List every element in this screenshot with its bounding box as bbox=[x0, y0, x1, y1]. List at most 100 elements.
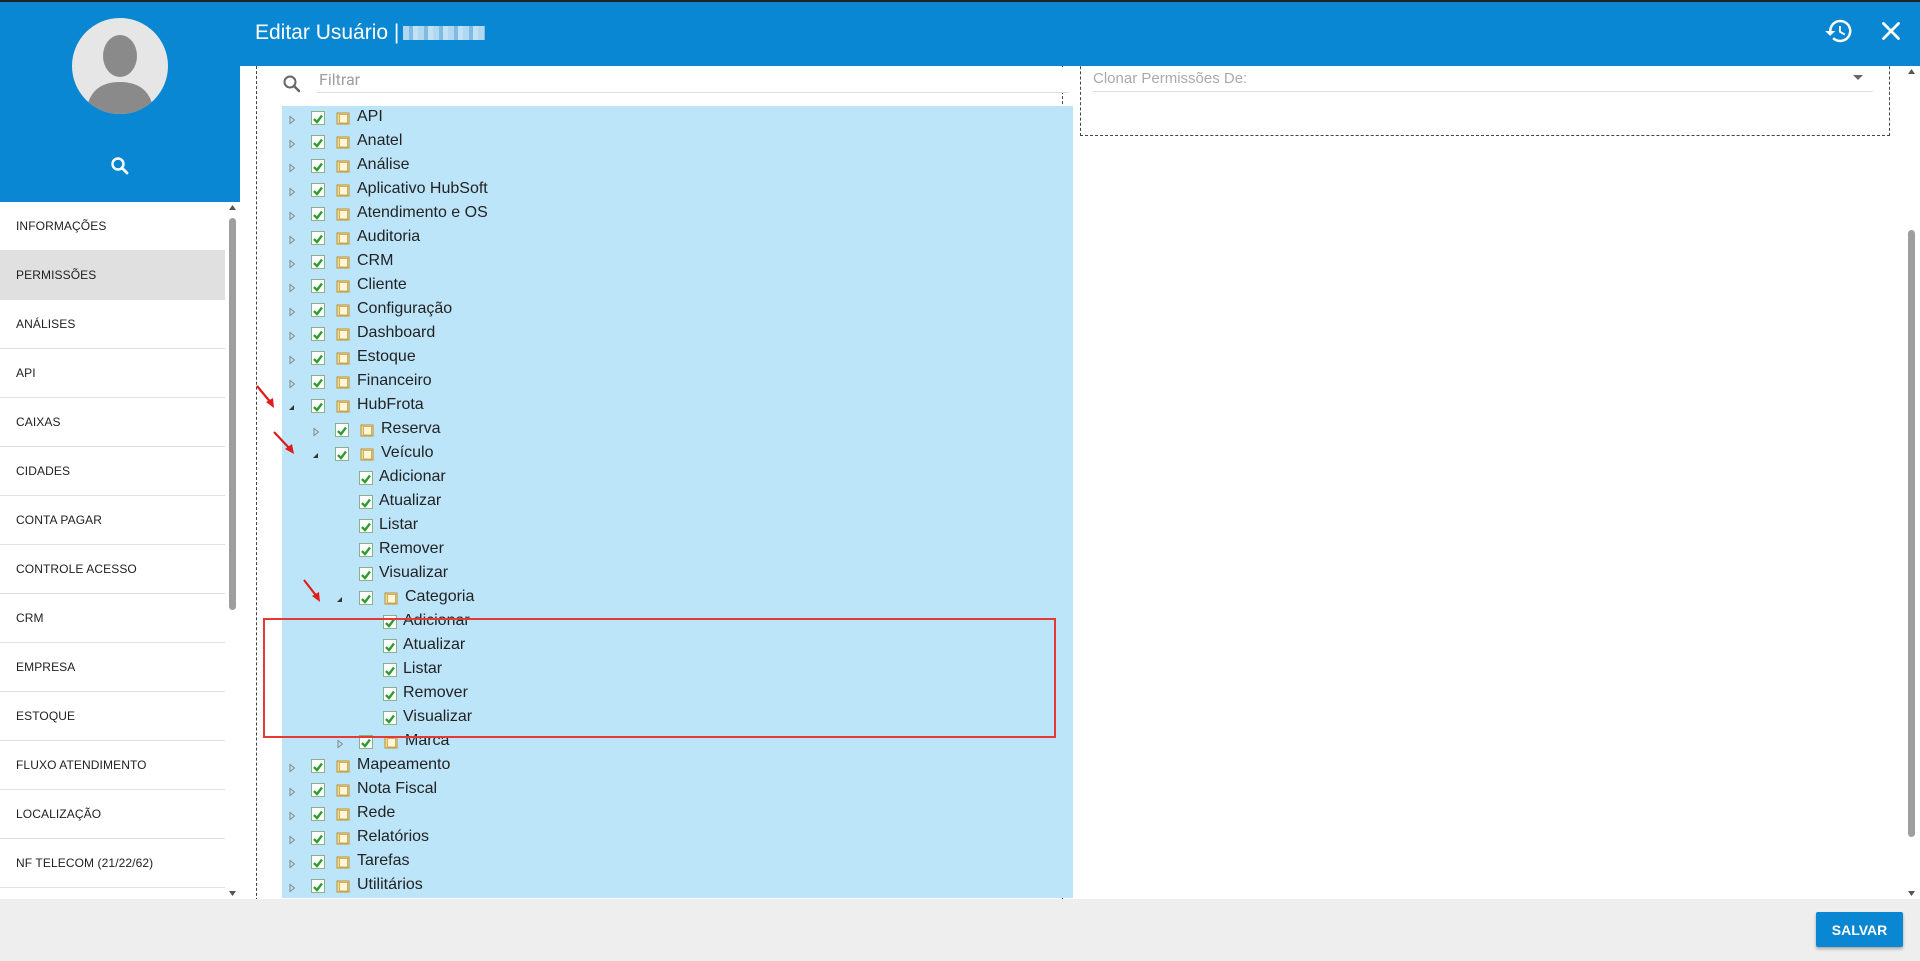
expand-closed-icon[interactable] bbox=[287, 760, 297, 773]
checkbox[interactable] bbox=[359, 591, 373, 605]
checkbox[interactable] bbox=[359, 471, 373, 485]
tree-folder-node[interactable]: Categoria bbox=[282, 586, 1073, 610]
tree-leaf-node[interactable]: Atualizar bbox=[282, 634, 1073, 658]
tree-folder-node[interactable]: Atendimento e OS bbox=[282, 202, 1073, 226]
tree-folder-node[interactable]: Anatel bbox=[282, 130, 1073, 154]
expand-open-icon[interactable] bbox=[335, 592, 345, 602]
checkbox[interactable] bbox=[383, 663, 397, 677]
checkbox[interactable] bbox=[311, 759, 325, 773]
tree-folder-node[interactable]: API bbox=[282, 106, 1073, 130]
tree-folder-node[interactable]: Utilitários bbox=[282, 874, 1073, 898]
expand-closed-icon[interactable] bbox=[287, 784, 297, 797]
expand-closed-icon[interactable] bbox=[287, 856, 297, 869]
checkbox[interactable] bbox=[311, 855, 325, 869]
checkbox[interactable] bbox=[335, 447, 349, 461]
tree-folder-node[interactable]: Nota Fiscal bbox=[282, 778, 1073, 802]
tree-folder-node[interactable]: CRM bbox=[282, 250, 1073, 274]
tree-folder-node[interactable]: Configuração bbox=[282, 298, 1073, 322]
expand-closed-icon[interactable] bbox=[335, 736, 345, 749]
expand-closed-icon[interactable] bbox=[287, 184, 297, 197]
sidebar-item[interactable]: EMPRESA bbox=[0, 643, 225, 692]
checkbox[interactable] bbox=[311, 327, 325, 341]
tree-leaf-node[interactable]: Adicionar bbox=[282, 466, 1073, 490]
checkbox[interactable] bbox=[311, 303, 325, 317]
tree-folder-node[interactable]: Financeiro bbox=[282, 370, 1073, 394]
tree-folder-node[interactable]: Rede bbox=[282, 802, 1073, 826]
tree-folder-node[interactable]: HubFrota bbox=[282, 394, 1073, 418]
sidebar-item[interactable]: API bbox=[0, 349, 225, 398]
expand-closed-icon[interactable] bbox=[287, 328, 297, 341]
sidebar-item[interactable]: ESTOQUE bbox=[0, 692, 225, 741]
expand-closed-icon[interactable] bbox=[287, 280, 297, 293]
expand-closed-icon[interactable] bbox=[287, 160, 297, 173]
tree-leaf-node[interactable]: Visualizar bbox=[282, 562, 1073, 586]
tree-leaf-node[interactable]: Adicionar bbox=[282, 610, 1073, 634]
expand-closed-icon[interactable] bbox=[287, 304, 297, 317]
expand-closed-icon[interactable] bbox=[311, 424, 321, 437]
checkbox[interactable] bbox=[383, 639, 397, 653]
sidebar-item[interactable]: CAIXAS bbox=[0, 398, 225, 447]
sidebar-item[interactable]: PERMISSÕES bbox=[0, 251, 225, 300]
checkbox[interactable] bbox=[335, 423, 349, 437]
tree-leaf-node[interactable]: Listar bbox=[282, 658, 1073, 682]
tree-folder-node[interactable]: Dashboard bbox=[282, 322, 1073, 346]
checkbox[interactable] bbox=[359, 735, 373, 749]
checkbox[interactable] bbox=[311, 183, 325, 197]
tree-folder-node[interactable]: Mapeamento bbox=[282, 754, 1073, 778]
user-avatar[interactable] bbox=[72, 18, 168, 114]
sidebar-item[interactable]: ANÁLISES bbox=[0, 300, 225, 349]
expand-closed-icon[interactable] bbox=[287, 376, 297, 389]
sidebar-item[interactable]: CIDADES bbox=[0, 447, 225, 496]
checkbox[interactable] bbox=[311, 279, 325, 293]
history-icon[interactable] bbox=[1824, 16, 1854, 46]
tree-folder-node[interactable]: Relatórios bbox=[282, 826, 1073, 850]
sidebar-scroll-thumb[interactable] bbox=[229, 218, 236, 610]
expand-closed-icon[interactable] bbox=[287, 232, 297, 245]
tree-folder-node[interactable]: Reserva bbox=[282, 418, 1073, 442]
sidebar-item[interactable]: NF TELECOM (21/22/62) bbox=[0, 839, 225, 888]
checkbox[interactable] bbox=[311, 351, 325, 365]
tree-folder-node[interactable]: Aplicativo HubSoft bbox=[282, 178, 1073, 202]
tree-folder-node[interactable]: Análise bbox=[282, 154, 1073, 178]
clone-permissions-select[interactable]: Clonar Permissões De: bbox=[1093, 67, 1873, 92]
sidebar-item[interactable]: LOCALIZAÇÃO bbox=[0, 790, 225, 839]
expand-closed-icon[interactable] bbox=[287, 352, 297, 365]
checkbox[interactable] bbox=[359, 495, 373, 509]
checkbox[interactable] bbox=[311, 783, 325, 797]
tree-folder-node[interactable]: Cliente bbox=[282, 274, 1073, 298]
expand-closed-icon[interactable] bbox=[287, 808, 297, 821]
sidebar-item[interactable]: CONTROLE ACESSO bbox=[0, 545, 225, 594]
checkbox[interactable] bbox=[383, 615, 397, 629]
checkbox[interactable] bbox=[383, 711, 397, 725]
tree-leaf-node[interactable]: Visualizar bbox=[282, 706, 1073, 730]
checkbox[interactable] bbox=[359, 519, 373, 533]
checkbox[interactable] bbox=[311, 399, 325, 413]
tree-folder-node[interactable]: Veículo bbox=[282, 442, 1073, 466]
checkbox[interactable] bbox=[311, 159, 325, 173]
filter-input[interactable] bbox=[317, 67, 1069, 93]
sidebar-item[interactable]: CRM bbox=[0, 594, 225, 643]
expand-closed-icon[interactable] bbox=[287, 256, 297, 269]
checkbox[interactable] bbox=[311, 255, 325, 269]
expand-open-icon[interactable] bbox=[287, 400, 297, 410]
checkbox[interactable] bbox=[311, 807, 325, 821]
checkbox[interactable] bbox=[311, 135, 325, 149]
sidebar-item[interactable]: FLUXO ATENDIMENTO bbox=[0, 741, 225, 790]
checkbox[interactable] bbox=[311, 231, 325, 245]
expand-open-icon[interactable] bbox=[311, 448, 321, 458]
checkbox[interactable] bbox=[359, 543, 373, 557]
expand-closed-icon[interactable] bbox=[287, 208, 297, 221]
tree-folder-node[interactable]: Marca bbox=[282, 730, 1073, 754]
search-icon[interactable] bbox=[108, 154, 132, 178]
checkbox[interactable] bbox=[311, 879, 325, 893]
save-button[interactable]: SALVAR bbox=[1816, 912, 1903, 947]
expand-closed-icon[interactable] bbox=[287, 136, 297, 149]
tree-leaf-node[interactable]: Atualizar bbox=[282, 490, 1073, 514]
checkbox[interactable] bbox=[311, 111, 325, 125]
checkbox[interactable] bbox=[311, 207, 325, 221]
checkbox[interactable] bbox=[311, 375, 325, 389]
checkbox[interactable] bbox=[359, 567, 373, 581]
expand-closed-icon[interactable] bbox=[287, 880, 297, 893]
checkbox[interactable] bbox=[311, 831, 325, 845]
checkbox[interactable] bbox=[383, 687, 397, 701]
